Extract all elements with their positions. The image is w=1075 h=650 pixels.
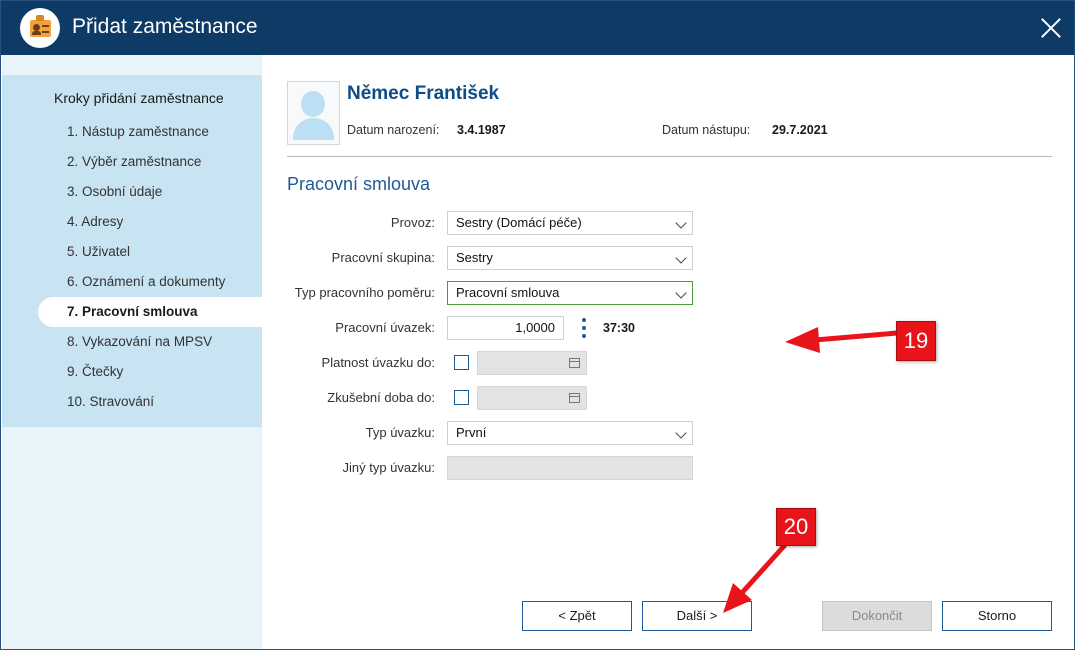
section-title: Pracovní smlouva	[287, 174, 431, 194]
header-divider	[287, 156, 1052, 157]
birth-date-label: Datum narození:	[347, 123, 440, 137]
typ-uvazku-select[interactable]: První	[447, 421, 693, 445]
calendar-icon	[569, 358, 580, 368]
back-button[interactable]: < Zpět	[522, 601, 632, 631]
sidebar-step-3[interactable]: 3. Osobní údaje	[2, 177, 262, 207]
finish-button: Dokončit	[822, 601, 932, 631]
title-bar: Přidat zaměstnance	[1, 1, 1074, 55]
uvazek-label: Pracovní úvazek:	[335, 320, 435, 335]
sidebar-step-1[interactable]: 1. Nástup zaměstnance	[2, 117, 262, 147]
provoz-value: Sestry (Domácí péče)	[456, 215, 582, 230]
zkusebni-checkbox[interactable]	[454, 390, 469, 405]
jiny-typ-input	[447, 456, 693, 480]
uvazek-input[interactable]: 1,0000	[447, 316, 564, 340]
annotation-badge-19: 19	[896, 321, 936, 361]
sidebar-step-9[interactable]: 9. Čtečky	[2, 357, 262, 387]
provoz-select[interactable]: Sestry (Domácí péče)	[447, 211, 693, 235]
next-button[interactable]: Další >	[642, 601, 752, 631]
skupina-label: Pracovní skupina:	[331, 250, 435, 265]
birth-date-value: 3.4.1987	[457, 123, 506, 137]
sidebar-heading: Kroky přidání zaměstnance	[54, 90, 224, 106]
close-icon[interactable]	[1034, 11, 1068, 45]
start-date-value: 29.7.2021	[772, 123, 828, 137]
cancel-button[interactable]: Storno	[942, 601, 1052, 631]
zkusebni-label: Zkušební doba do:	[327, 390, 435, 405]
platnost-checkbox[interactable]	[454, 355, 469, 370]
sidebar-step-7-active[interactable]: 7. Pracovní smlouva	[38, 297, 262, 327]
typ-uvazku-label: Typ úvazku:	[365, 425, 435, 440]
provoz-label: Provoz:	[390, 215, 435, 230]
sidebar-step-5[interactable]: 5. Uživatel	[2, 237, 262, 267]
skupina-select[interactable]: Sestry	[447, 246, 693, 270]
skupina-value: Sestry	[456, 250, 493, 265]
sidebar-step-10[interactable]: 10. Stravování	[2, 387, 262, 417]
user-silhouette-icon	[301, 91, 325, 117]
sidebar-step-2[interactable]: 2. Výběr zaměstnance	[2, 147, 262, 177]
uvazek-hours: 37:30	[603, 321, 635, 335]
zkusebni-date-input	[477, 386, 587, 410]
chevron-down-icon	[675, 427, 687, 439]
jiny-typ-label: Jiný typ úvazku:	[342, 460, 436, 475]
window-title: Přidat zaměstnance	[72, 15, 258, 38]
typ-pomeru-value: Pracovní smlouva	[456, 285, 560, 300]
more-options-icon[interactable]	[580, 317, 588, 339]
sidebar-step-8[interactable]: 8. Vykazování na MPSV	[2, 327, 262, 357]
employee-photo-placeholder	[287, 81, 340, 145]
sidebar: Kroky přidání zaměstnance 1. Nástup zamě…	[2, 75, 262, 427]
employee-badge-icon	[20, 8, 60, 48]
chevron-down-icon	[675, 217, 687, 229]
platnost-label: Platnost úvazku do:	[321, 355, 435, 370]
employee-name: Němec František	[347, 83, 500, 104]
sidebar-step-6[interactable]: 6. Oznámení a dokumenty	[2, 267, 262, 297]
start-date-label: Datum nástupu:	[662, 123, 751, 137]
platnost-date-input	[477, 351, 587, 375]
typ-pomeru-label: Typ pracovního poměru:	[294, 285, 435, 300]
annotation-badge-20: 20	[776, 508, 816, 546]
chevron-down-icon	[675, 252, 687, 264]
chevron-down-icon	[675, 287, 687, 299]
typ-uvazku-value: První	[456, 425, 487, 440]
sidebar-step-4[interactable]: 4. Adresy	[2, 207, 262, 237]
typ-pomeru-select[interactable]: Pracovní smlouva	[447, 281, 693, 305]
calendar-icon	[569, 393, 580, 403]
